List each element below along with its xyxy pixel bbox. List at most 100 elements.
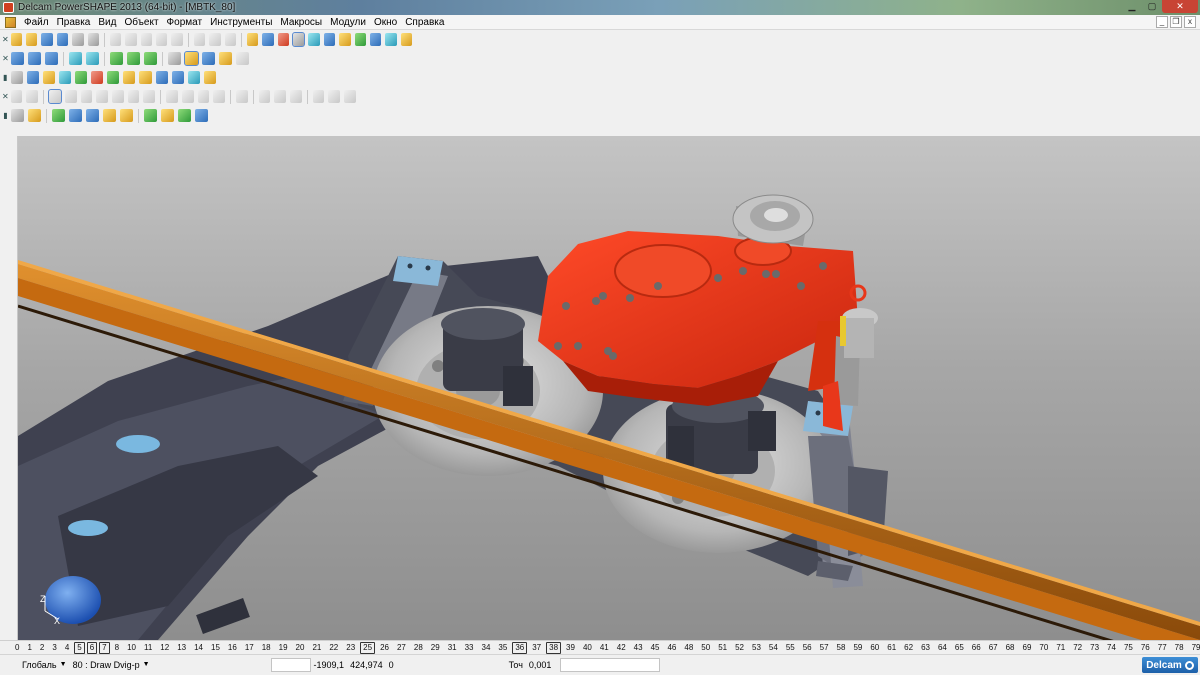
- hidden-line-icon[interactable]: [202, 52, 215, 65]
- circle-tool-icon[interactable]: [2, 175, 15, 188]
- lock-icon[interactable]: [482, 659, 495, 672]
- level-39[interactable]: 39: [562, 643, 579, 653]
- lighting-icon[interactable]: [219, 52, 232, 65]
- cursor-icon[interactable]: [463, 659, 476, 672]
- solid-edit-icon[interactable]: [10, 90, 23, 103]
- wireframe-icon[interactable]: [168, 52, 181, 65]
- level-21[interactable]: 21: [308, 643, 325, 653]
- material-icon[interactable]: [195, 109, 208, 122]
- text-icon[interactable]: [323, 33, 336, 46]
- gear-icon[interactable]: [232, 659, 245, 672]
- boolean-sub-icon[interactable]: [181, 90, 194, 103]
- level-33[interactable]: 33: [461, 643, 478, 653]
- model-tree-icon[interactable]: [87, 33, 100, 46]
- pattern-icon[interactable]: [328, 90, 341, 103]
- level-15[interactable]: 15: [207, 643, 224, 653]
- level-26[interactable]: 26: [376, 643, 393, 653]
- level-58[interactable]: 58: [833, 643, 850, 653]
- level-4[interactable]: 4: [61, 643, 73, 653]
- level-17[interactable]: 17: [241, 643, 258, 653]
- mirror-icon[interactable]: [344, 90, 356, 103]
- sel-all-icon[interactable]: [213, 659, 226, 672]
- transform-icon[interactable]: [28, 109, 41, 122]
- level-46[interactable]: 46: [663, 643, 680, 653]
- grid-snap-icon[interactable]: [251, 659, 264, 672]
- solid-spring-icon[interactable]: [112, 90, 124, 103]
- boolean-int-icon[interactable]: [197, 90, 210, 103]
- coord-input-blank[interactable]: [270, 658, 311, 672]
- surface-create-icon[interactable]: [74, 71, 88, 84]
- view-top-icon[interactable]: [11, 52, 24, 65]
- level-31[interactable]: 31: [444, 643, 461, 653]
- level-35[interactable]: 35: [494, 643, 511, 653]
- workplane-select[interactable]: Глобаль ▼: [19, 658, 70, 672]
- level-70[interactable]: 70: [1035, 643, 1052, 653]
- view-iso-icon[interactable]: [69, 52, 82, 65]
- print-icon[interactable]: [72, 33, 84, 46]
- line-icon[interactable]: [26, 71, 39, 84]
- paste-icon[interactable]: [140, 33, 153, 46]
- level-27[interactable]: 27: [393, 643, 410, 653]
- level-62[interactable]: 62: [900, 643, 917, 653]
- level-8[interactable]: 8: [111, 643, 123, 653]
- arc-icon[interactable]: [42, 71, 55, 84]
- chamfer-icon[interactable]: [258, 90, 271, 103]
- measure-icon[interactable]: [224, 33, 236, 46]
- arc-rotate-icon[interactable]: [2, 205, 15, 218]
- doc-close-button[interactable]: x: [1184, 16, 1196, 28]
- toolbar-grip-icon[interactable]: ▮: [2, 70, 9, 85]
- level-76[interactable]: 76: [1137, 643, 1154, 653]
- zoom-fit-icon[interactable]: [144, 52, 157, 65]
- level-50[interactable]: 50: [697, 643, 714, 653]
- command-input[interactable]: [560, 658, 661, 672]
- level-66[interactable]: 66: [968, 643, 985, 653]
- level-19[interactable]: 19: [275, 643, 292, 653]
- level-22[interactable]: 22: [325, 643, 342, 653]
- level-77[interactable]: 77: [1154, 643, 1171, 653]
- solid-extrude-icon[interactable]: [127, 90, 140, 103]
- toolbar-close-icon[interactable]: ✕: [2, 32, 9, 47]
- level-7[interactable]: 7: [99, 641, 110, 654]
- toolbar-close-icon[interactable]: ✕: [2, 89, 9, 104]
- rotate-icon[interactable]: [69, 109, 82, 122]
- grid-icon[interactable]: [144, 109, 157, 122]
- level-11[interactable]: 11: [140, 643, 156, 653]
- menu-format[interactable]: Формат: [163, 16, 207, 29]
- fillet-icon[interactable]: [235, 90, 248, 103]
- solid-cone-icon[interactable]: [64, 90, 77, 103]
- level-36[interactable]: 36: [512, 641, 528, 654]
- assembly-icon[interactable]: [139, 71, 152, 84]
- app-icon[interactable]: [3, 2, 14, 13]
- level-18[interactable]: 18: [258, 643, 275, 653]
- level-38[interactable]: 38: [546, 641, 562, 654]
- open-file-icon[interactable]: [26, 33, 38, 46]
- view-iso2-icon[interactable]: [86, 52, 99, 65]
- level-53[interactable]: 53: [748, 643, 765, 653]
- level-69[interactable]: 69: [1019, 643, 1036, 653]
- toolbar-grip-icon[interactable]: ▮: [2, 108, 9, 123]
- copy-icon[interactable]: [125, 33, 137, 46]
- level-13[interactable]: 13: [173, 643, 190, 653]
- import-icon[interactable]: [41, 33, 53, 46]
- boolean-add-icon[interactable]: [166, 90, 178, 103]
- link-icon[interactable]: [308, 33, 320, 46]
- level-51[interactable]: 51: [714, 643, 731, 653]
- sel-surface-icon[interactable]: [156, 659, 169, 672]
- workplane-icon[interactable]: [262, 33, 274, 46]
- shading-icon[interactable]: [184, 51, 199, 66]
- draft-icon[interactable]: [290, 90, 302, 103]
- symbol-icon[interactable]: [123, 71, 136, 84]
- select-window-icon[interactable]: [2, 153, 15, 166]
- level-73[interactable]: 73: [1086, 643, 1103, 653]
- level-60[interactable]: 60: [866, 643, 883, 653]
- move-icon[interactable]: [52, 109, 65, 122]
- level-78[interactable]: 78: [1171, 643, 1188, 653]
- level-2[interactable]: 2: [36, 643, 48, 653]
- level-59[interactable]: 59: [849, 643, 866, 653]
- close-button[interactable]: ✕: [1162, 0, 1198, 13]
- level-29[interactable]: 29: [427, 643, 444, 653]
- redo-icon[interactable]: [209, 33, 221, 46]
- level-68[interactable]: 68: [1002, 643, 1019, 653]
- level-54[interactable]: 54: [765, 643, 782, 653]
- solid-cyl-icon[interactable]: [48, 89, 62, 104]
